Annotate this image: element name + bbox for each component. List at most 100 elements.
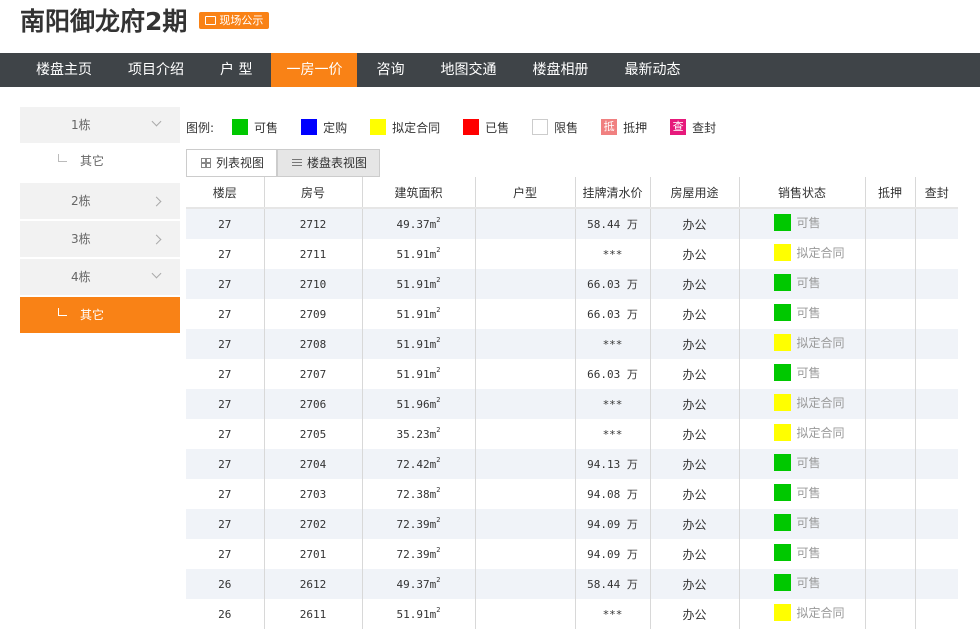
tab-list-view[interactable]: 列表视图: [186, 149, 278, 177]
cell-layout: [475, 539, 576, 569]
status-indicator: 拟定合同: [773, 394, 845, 411]
table-row[interactable]: 27 2702 72.39m2 94.09 万办公 可售: [186, 509, 958, 539]
cell-use: 办公: [650, 479, 740, 509]
area-value: 51.91m2: [396, 245, 441, 261]
col-status: 销售状态: [739, 177, 866, 209]
table-row[interactable]: 27 2701 72.39m2 94.09 万办公 可售: [186, 539, 958, 569]
table-row[interactable]: 27 2705 35.23m2 *** 办公 拟定合同: [186, 419, 958, 449]
nav-home[interactable]: 楼盘主页: [1, 53, 109, 87]
cell-floor: 27: [186, 299, 265, 329]
legend-swatch-contract-pending: [370, 119, 387, 135]
sidebar-building-3[interactable]: 2栋: [20, 183, 180, 219]
sidebar-building-5[interactable]: 4栋: [20, 259, 180, 295]
cell-mortgage: [865, 239, 916, 269]
cell-seal: [915, 509, 958, 539]
cell-use: 办公: [650, 389, 740, 419]
legend-item-mortgaged: 抵抵押: [601, 119, 647, 136]
sidebar-sub-item[interactable]: 其它: [20, 297, 180, 333]
legend-label: 定购: [323, 120, 348, 135]
sidebar-building-4[interactable]: 3栋: [20, 221, 180, 257]
table-row[interactable]: 27 2708 51.91m2 *** 办公 拟定合同: [186, 329, 958, 359]
status-indicator: 可售: [773, 364, 821, 381]
cell-room: 2612: [264, 569, 363, 599]
cell-seal: [915, 359, 958, 389]
cell-use: 办公: [650, 419, 740, 449]
sidebar-building-1[interactable]: 1栋: [20, 107, 180, 143]
status-text: 可售: [796, 276, 821, 290]
cell-price: 94.09 万: [575, 509, 651, 539]
nav-map-traffic[interactable]: 地图交通: [423, 53, 513, 87]
cell-price: 66.03 万: [575, 359, 651, 389]
status-swatch: [773, 214, 791, 231]
legend-title: 图例:: [186, 120, 215, 135]
legend-swatch-mortgaged: 抵: [601, 119, 618, 135]
nav-album[interactable]: 楼盘相册: [515, 53, 605, 87]
cell-layout: [475, 208, 576, 239]
status-text: 拟定合同: [796, 606, 845, 620]
cell-mortgage: [865, 329, 916, 359]
legend-label: 限售: [554, 120, 579, 135]
cell-price: ***: [575, 389, 651, 419]
cell-floor: 27: [186, 239, 265, 269]
legend: 图例: 可售 定购 拟定合同 已售 限售 抵抵押 查查封: [186, 116, 739, 138]
cell-use: 办公: [650, 269, 740, 299]
table-row[interactable]: 27 2707 51.91m2 66.03 万办公 可售: [186, 359, 958, 389]
col-room: 房号: [264, 177, 363, 209]
table-row[interactable]: 27 2703 72.38m2 94.08 万办公 可售: [186, 479, 958, 509]
sidebar-sub-item[interactable]: 其它: [20, 143, 180, 179]
status-swatch: [773, 364, 791, 381]
status-indicator: 可售: [773, 484, 821, 501]
cell-room: 2708: [264, 329, 363, 359]
cell-seal: [915, 329, 958, 359]
nav-consult[interactable]: 咨询: [359, 53, 421, 87]
nav-news[interactable]: 最新动态: [607, 53, 697, 87]
onsite-notice-badge[interactable]: 现场公示: [199, 11, 270, 29]
cell-room: 2712: [264, 208, 363, 239]
view-tabs: 列表视图 楼盘表视图: [186, 149, 381, 177]
cell-mortgage: [865, 479, 916, 509]
title-row: 南阳御龙府2期 现场公示: [20, 0, 270, 40]
cell-area: 72.39m2: [362, 509, 476, 539]
cell-mortgage: [865, 359, 916, 389]
cell-room: 2707: [264, 359, 363, 389]
area-value: 51.91m2: [396, 335, 441, 351]
table-row[interactable]: 27 2704 72.42m2 94.13 万办公 可售: [186, 449, 958, 479]
cell-area: 49.37m2: [362, 569, 476, 599]
cell-layout: [475, 299, 576, 329]
table-row[interactable]: 26 2612 49.37m2 58.44 万办公 可售: [186, 569, 958, 599]
cell-layout: [475, 329, 576, 359]
cell-area: 51.91m2: [362, 359, 476, 389]
legend-item-restricted: 限售: [532, 119, 578, 136]
cell-status: 拟定合同: [739, 329, 866, 359]
area-value: 51.91m2: [396, 605, 441, 621]
cell-mortgage: [865, 449, 916, 479]
cell-area: 72.38m2: [362, 479, 476, 509]
table-row[interactable]: 27 2711 51.91m2 *** 办公 拟定合同: [186, 239, 958, 269]
cell-price: ***: [575, 419, 651, 449]
table-row[interactable]: 26 2611 51.91m2 *** 办公 拟定合同: [186, 599, 958, 629]
table-row[interactable]: 27 2712 49.37m2 58.44 万办公 可售: [186, 208, 958, 239]
status-indicator: 拟定合同: [773, 604, 845, 621]
table-row[interactable]: 27 2709 51.91m2 66.03 万办公 可售: [186, 299, 958, 329]
cell-layout: [475, 449, 576, 479]
status-text: 可售: [796, 366, 821, 380]
cell-status: 可售: [739, 569, 866, 599]
tab-building-view[interactable]: 楼盘表视图: [277, 149, 381, 177]
table-row[interactable]: 27 2710 51.91m2 66.03 万办公 可售: [186, 269, 958, 299]
col-use: 房屋用途: [650, 177, 740, 209]
legend-item-contract-pending: 拟定合同: [370, 119, 440, 136]
col-seal: 查封: [915, 177, 958, 209]
nav-project-intro[interactable]: 项目介绍: [111, 53, 201, 87]
status-swatch: [773, 244, 791, 261]
cell-status: 可售: [739, 479, 866, 509]
nav-unit-price[interactable]: 一房一价: [271, 53, 358, 87]
table-row[interactable]: 27 2706 51.96m2 *** 办公 拟定合同: [186, 389, 958, 419]
legend-swatch-restricted: [532, 119, 549, 135]
status-swatch: [773, 574, 791, 591]
status-swatch: [773, 394, 791, 411]
cell-use: 办公: [650, 329, 740, 359]
nav-floor-plan[interactable]: 户 型: [203, 53, 269, 87]
cell-seal: [915, 449, 958, 479]
cell-use: 办公: [650, 569, 740, 599]
cell-mortgage: [865, 419, 916, 449]
